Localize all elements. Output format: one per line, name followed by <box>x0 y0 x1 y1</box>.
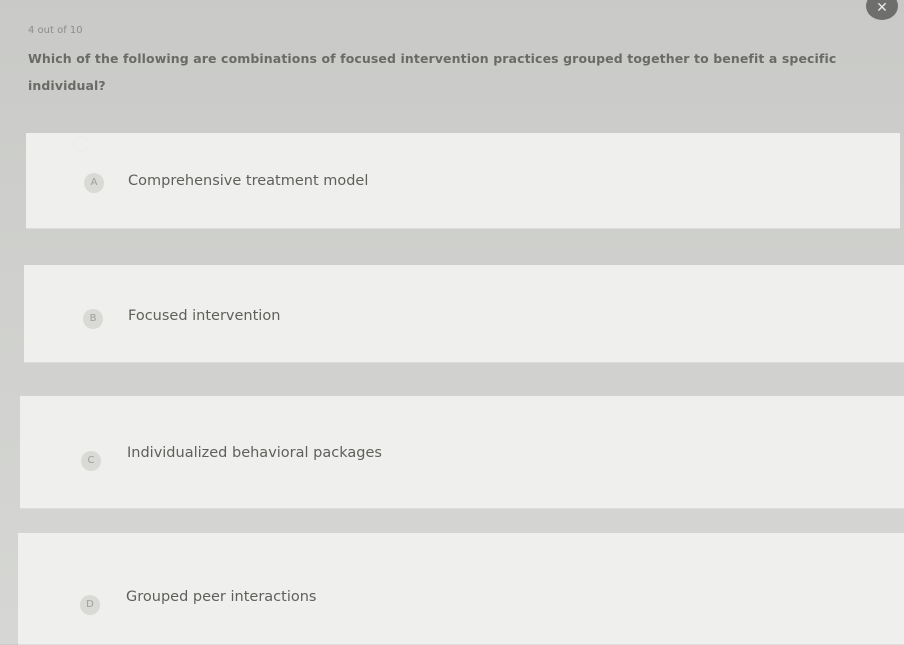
option-label: Grouped peer interactions <box>126 589 317 605</box>
answer-option-b[interactable]: B Focused intervention <box>24 265 904 363</box>
answer-option-c[interactable]: C Individualized behavioral packages <box>20 396 904 509</box>
option-letter-badge: A <box>84 173 104 193</box>
option-letter-badge: D <box>80 595 100 615</box>
close-button[interactable]: ✕ <box>866 0 898 20</box>
radio-indicator[interactable] <box>73 136 89 152</box>
question-text: Which of the following are combinations … <box>28 51 837 93</box>
option-label: Individualized behavioral packages <box>127 445 382 461</box>
option-letter-badge: B <box>83 309 103 329</box>
option-label: Focused intervention <box>128 308 281 324</box>
answer-option-d[interactable]: D Grouped peer interactions <box>18 533 904 645</box>
answer-option-a[interactable]: A Comprehensive treatment model <box>26 133 900 229</box>
close-icon: ✕ <box>876 0 888 16</box>
question-progress: 4 out of 10 <box>28 25 83 36</box>
option-letter-badge: C <box>81 451 101 471</box>
option-label: Comprehensive treatment model <box>128 173 369 189</box>
